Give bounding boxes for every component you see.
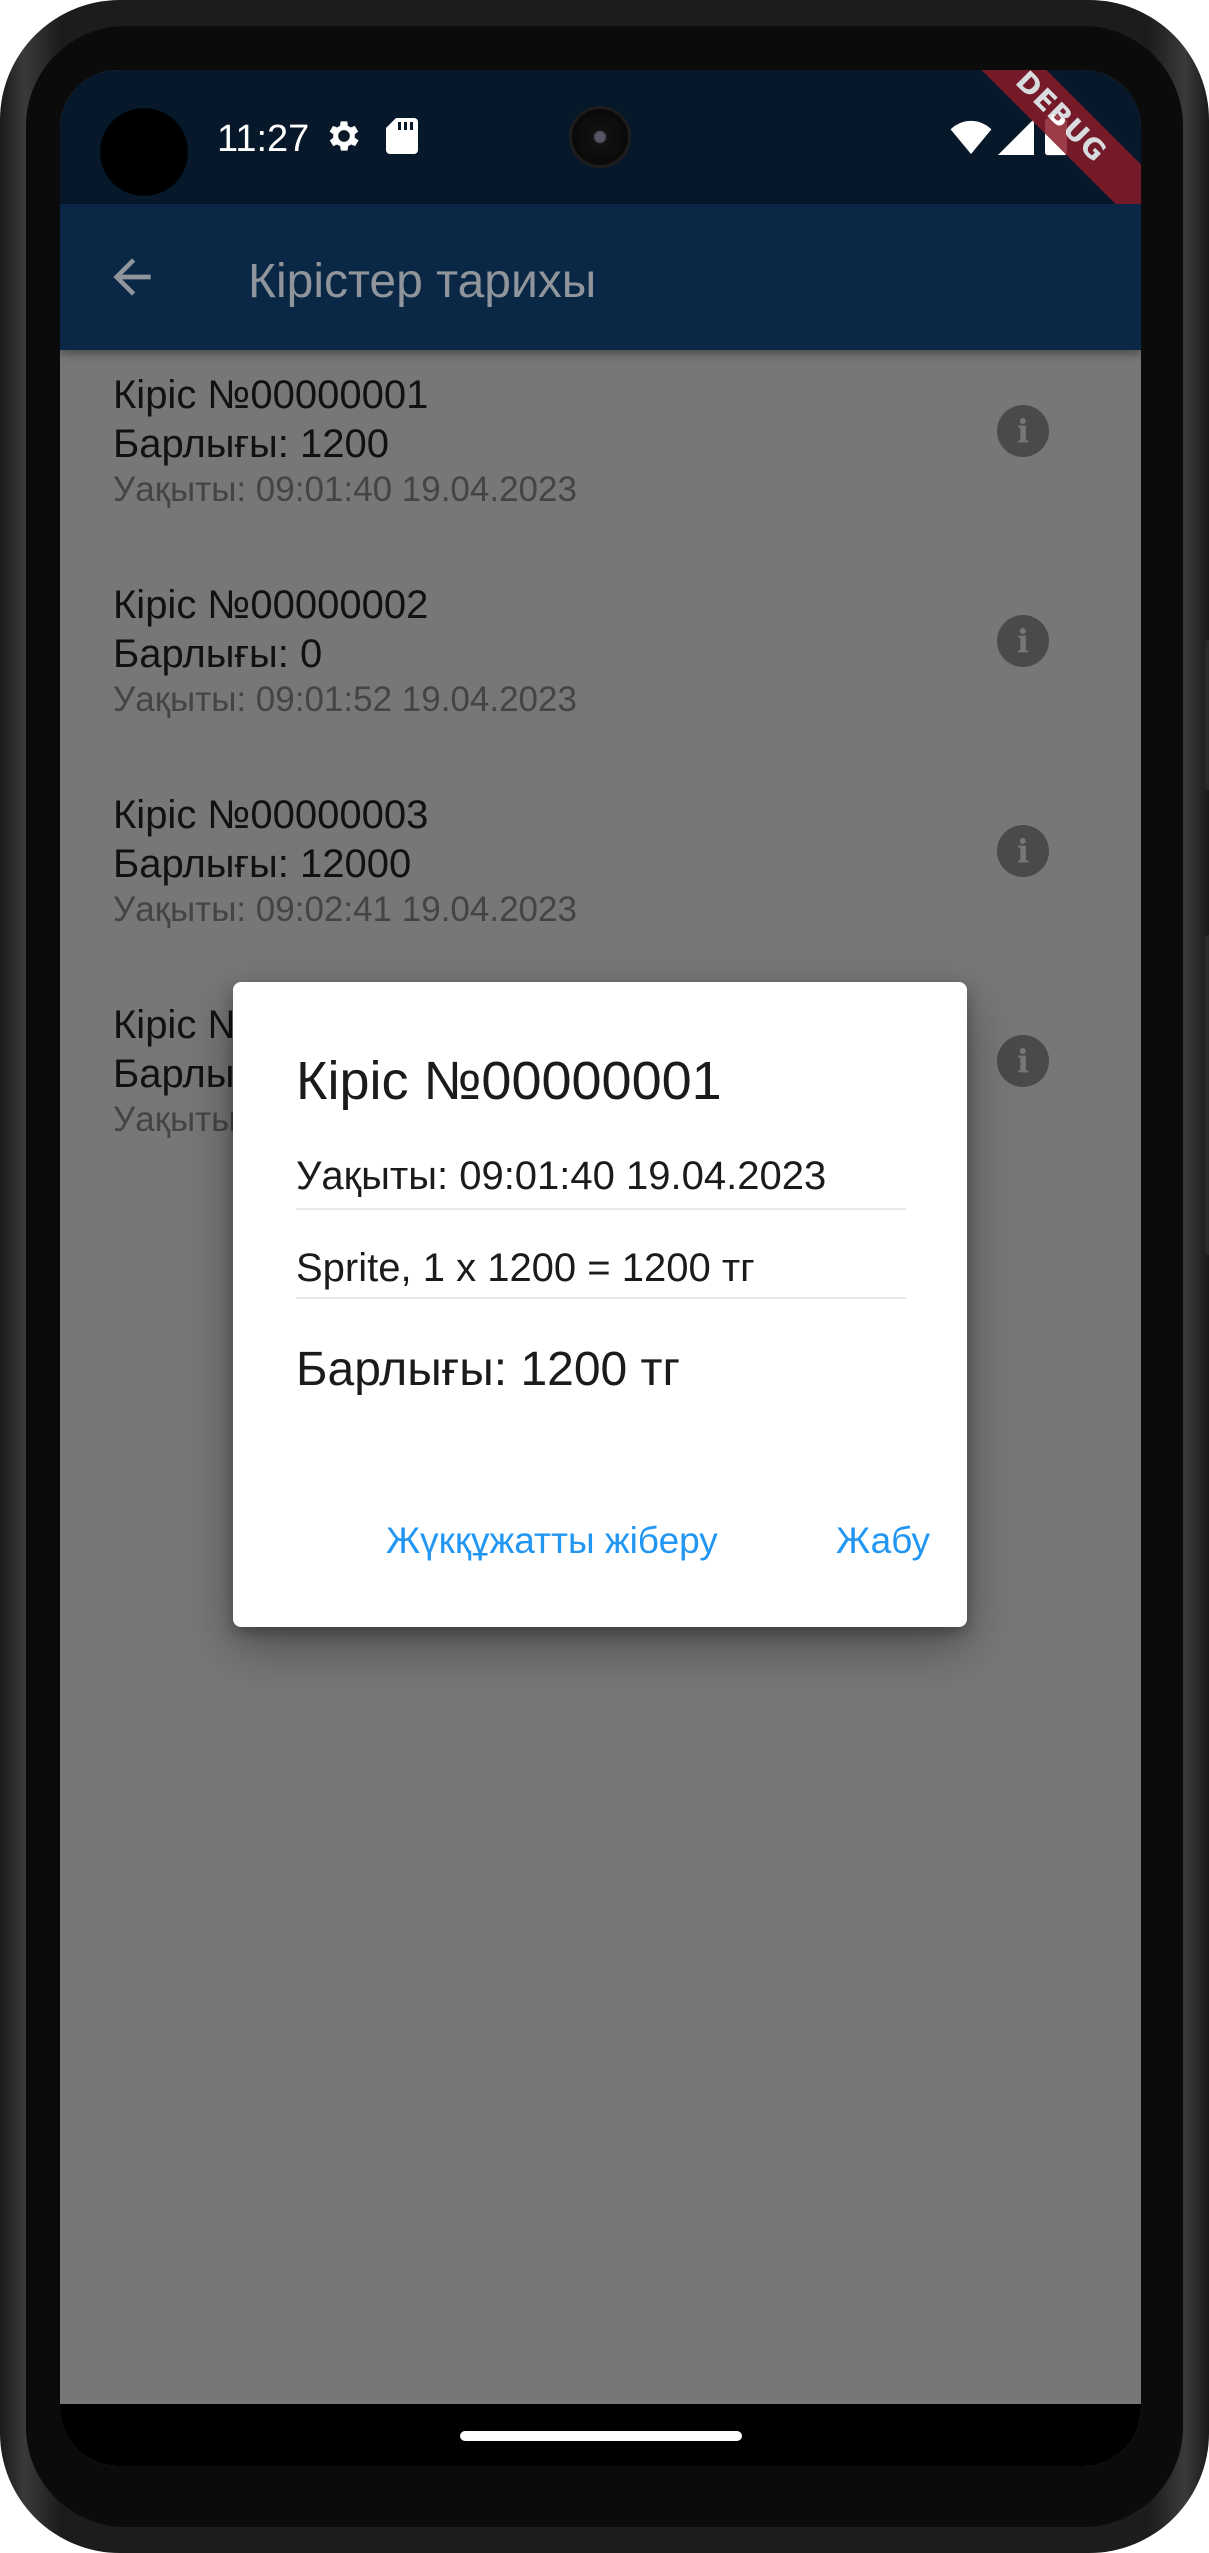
volume-button xyxy=(1205,935,1209,1255)
status-time: 11:27 xyxy=(217,118,310,160)
receipt-title: Кіріс №00000001 xyxy=(113,373,429,417)
list-item[interactable]: Кіріс №00000001 Барлығы: 1200 Уақыты: 09… xyxy=(60,280,1141,509)
receipt-total: Барлығы: 1200 xyxy=(113,422,390,466)
camera-cutout xyxy=(100,108,188,196)
receipt-title: Кіріс №00000003 xyxy=(113,793,429,837)
dialog-time: Уақыты: 09:01:40 19.04.2023 xyxy=(296,1154,827,1198)
wifi-icon xyxy=(950,120,992,159)
receipt-title: Кіріс № xyxy=(113,1003,251,1047)
info-icon[interactable]: i xyxy=(997,405,1049,457)
settings-gear-icon xyxy=(324,116,364,161)
receipt-total: Барлығы: 0 xyxy=(113,632,323,676)
home-indicator[interactable] xyxy=(460,2431,742,2441)
receipt-dialog: Кіріс №00000001 Уақыты: 09:01:40 19.04.2… xyxy=(233,982,967,1627)
close-button[interactable]: Жабу xyxy=(836,1520,930,1562)
send-invoice-button[interactable]: Жүкқұжатты жіберу xyxy=(386,1520,718,1562)
receipt-total: Барлығы: 12000 xyxy=(113,842,412,886)
dialog-total: Барлығы: 1200 тг xyxy=(296,1343,681,1396)
list-item[interactable]: Кіріс №00000002 Барлығы: 0 Уақыты: 09:01… xyxy=(60,490,1141,719)
front-camera xyxy=(569,106,631,168)
signal-icon xyxy=(998,118,1034,161)
dialog-title: Кіріс №00000001 xyxy=(296,1051,722,1111)
power-button xyxy=(1205,640,1209,790)
divider xyxy=(296,1208,906,1210)
receipt-time: Уақыты xyxy=(113,1100,237,1139)
status-bar: 11:27 DEBUG xyxy=(60,70,1141,240)
list-item[interactable]: Кіріс №00000003 Барлығы: 12000 Уақыты: 0… xyxy=(60,700,1141,929)
info-icon[interactable]: i xyxy=(997,1035,1049,1087)
sd-card-icon xyxy=(386,118,418,159)
dialog-line-item: Sprite, 1 x 1200 = 1200 тг xyxy=(296,1246,755,1290)
phone-frame: 11:27 DEBUG Кірістер тарихы Кіріс №00000… xyxy=(0,0,1209,2553)
receipt-total: Барлы xyxy=(113,1052,235,1096)
screen: 11:27 DEBUG Кірістер тарихы Кіріс №00000… xyxy=(60,70,1141,2466)
info-icon[interactable]: i xyxy=(997,615,1049,667)
receipt-title: Кіріс №00000002 xyxy=(113,583,429,627)
divider xyxy=(296,1297,906,1299)
info-icon[interactable]: i xyxy=(997,825,1049,877)
